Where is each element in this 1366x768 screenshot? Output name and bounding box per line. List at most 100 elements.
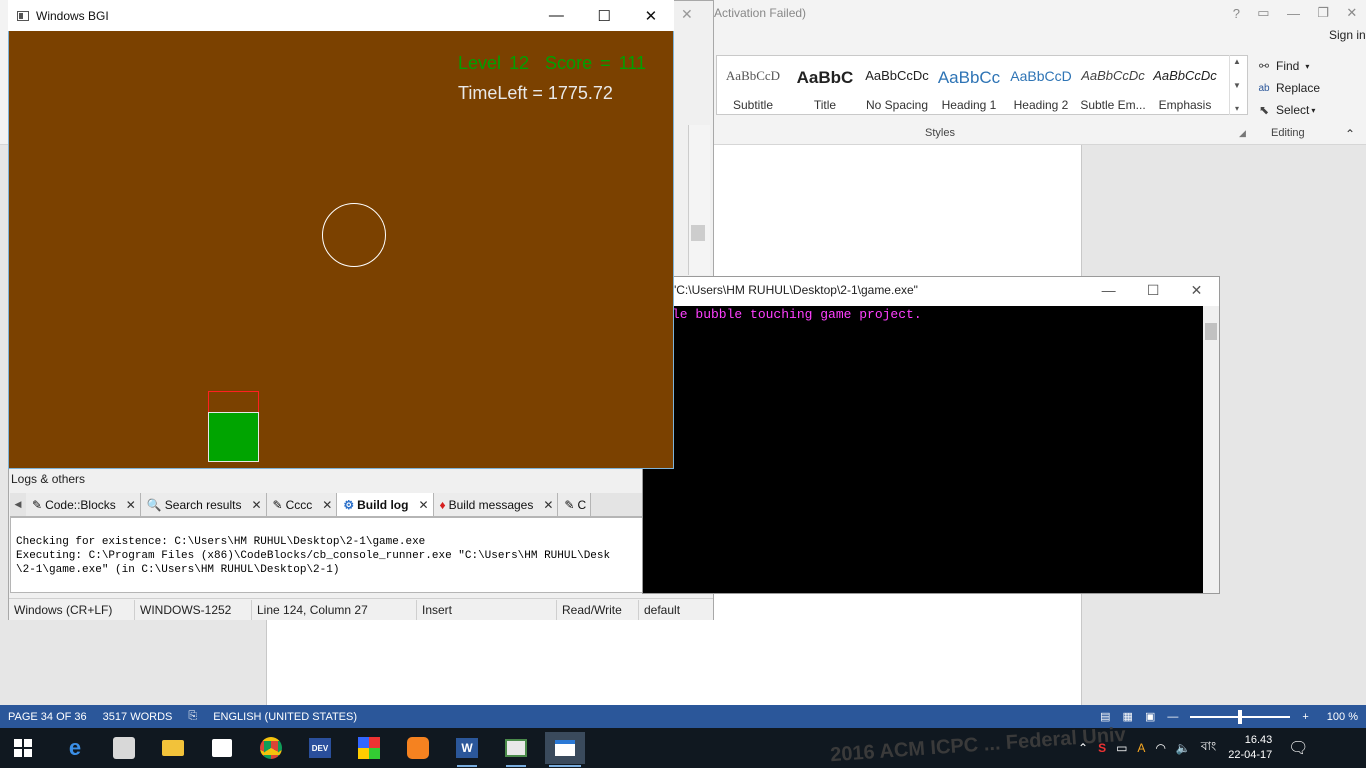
console-scrollbar[interactable] [1203, 306, 1219, 593]
word-status-bar: PAGE 34 OF 36 3517 WORDS ⎘ ENGLISH (UNIT… [0, 705, 1366, 728]
help-icon[interactable]: ? [1233, 6, 1240, 21]
zoom-in-icon[interactable]: + [1302, 711, 1308, 723]
codeblocks-status-bar: Windows (CR+LF) WINDOWS-1252 Line 124, C… [9, 598, 713, 620]
style-sample: AaBbCcDc [865, 68, 929, 83]
replace-button[interactable]: ab Replace [1256, 77, 1352, 99]
time-left-display: TimeLeft = 1775.72 [458, 83, 613, 103]
more-styles-icon[interactable]: ▾ [1235, 104, 1239, 113]
tab-search-results[interactable]: 🔍 Search results ✕ [140, 493, 267, 516]
style-title[interactable]: AaBbC Title [789, 56, 861, 114]
style-subtle-emphasis[interactable]: AaBbCcDc Subtle Em... [1077, 56, 1149, 114]
web-layout-icon[interactable]: ▣ [1145, 710, 1155, 723]
close-icon[interactable]: ✕ [1346, 5, 1357, 21]
select-button[interactable]: ⬉ Select ▾ [1256, 99, 1352, 121]
styles-gallery: AaBbCcD Subtitle AaBbC Title AaBbCcDc No… [716, 55, 1248, 115]
zoom-slider[interactable] [1190, 709, 1291, 724]
close-tab-icon[interactable]: ✕ [322, 498, 332, 512]
word-window-controls: ? ▭ — ❐ ✕ [1224, 2, 1366, 24]
clock-time: 16.43 [1244, 734, 1273, 746]
replace-icon: ab [1258, 82, 1270, 94]
collapse-ribbon-icon[interactable]: ⌃ [1345, 127, 1355, 141]
console-output[interactable]: le bubble touching game project. [643, 306, 1203, 593]
maximize-icon[interactable]: ☐ [597, 7, 610, 25]
console-scrollbar-thumb[interactable] [1205, 323, 1217, 340]
style-heading-2[interactable]: AaBbCcD Heading 2 [1005, 56, 1077, 114]
file-explorer-icon[interactable] [155, 732, 191, 764]
log-line: \2-1\game.exe" (in C:\Users\HM RUHUL\Des… [16, 564, 340, 576]
antivirus-icon[interactable]: S [1098, 741, 1106, 755]
input-language-indicator[interactable]: বাং [1201, 738, 1216, 758]
uc-browser-icon[interactable] [400, 732, 436, 764]
close-icon[interactable]: ✕ [681, 6, 693, 23]
show-hidden-icons-icon[interactable]: ⌃ [1078, 741, 1088, 755]
language-indicator[interactable]: ENGLISH (UNITED STATES) [205, 711, 365, 723]
devcpp-icon[interactable]: DEV [302, 732, 338, 764]
codeblocks-tile [358, 737, 380, 759]
read-mode-icon[interactable]: ▤ [1100, 710, 1110, 723]
close-icon[interactable]: ✕ [1191, 282, 1203, 299]
avast-icon[interactable]: A [1137, 741, 1145, 755]
minimize-icon[interactable]: — [1287, 6, 1300, 21]
ribbon-display-icon[interactable]: ▭ [1257, 5, 1269, 21]
zoom-level[interactable]: 100 % [1327, 711, 1358, 723]
editor-scrollbar-thumb[interactable] [691, 225, 705, 241]
windows-start-icon[interactable] [5, 732, 41, 764]
style-label: Heading 2 [1013, 98, 1069, 112]
style-label: Title [813, 98, 837, 112]
volume-icon[interactable]: 🔈 [1176, 741, 1191, 755]
close-tab-icon[interactable]: ✕ [418, 498, 428, 512]
chrome-icon[interactable] [253, 732, 289, 764]
find-button[interactable]: ⚯ Find ▾ [1256, 55, 1352, 77]
build-log-output[interactable]: Checking for existence: C:\Users\HM RUHU… [10, 517, 644, 593]
maximize-icon[interactable]: ☐ [1147, 282, 1160, 299]
clock[interactable]: 16.43 22-04-17 [1228, 733, 1272, 763]
tab-more[interactable]: ✎ C [558, 493, 592, 516]
styles-gallery-scroll[interactable]: ▲ ▼ ▾ [1229, 55, 1244, 115]
app-window-icon[interactable] [498, 732, 534, 767]
close-tab-icon[interactable]: ✕ [251, 498, 261, 512]
tab-label: Build messages [448, 497, 534, 512]
tab-build-log[interactable]: ⚙ Build log ✕ [337, 493, 434, 516]
window-tile [505, 739, 527, 757]
codeblocks-icon[interactable] [351, 732, 387, 764]
tab-build-messages[interactable]: ♦ Build messages ✕ [433, 493, 559, 516]
editor-scrollbar[interactable] [688, 125, 710, 275]
tab-codeblocks[interactable]: ✎ Code::Blocks ✕ [26, 493, 141, 516]
action-center-icon[interactable]: 🗨 [1288, 738, 1308, 758]
chevron-down-icon[interactable]: ▼ [1233, 81, 1241, 90]
sign-in-link[interactable]: Sign in [1329, 28, 1366, 42]
tab-cccc[interactable]: ✎ Cccc ✕ [266, 493, 338, 516]
close-tab-icon[interactable]: ✕ [126, 498, 136, 512]
active-app-icon[interactable] [545, 732, 585, 767]
close-icon[interactable]: ✕ [645, 7, 658, 25]
chevron-up-icon[interactable]: ▲ [1233, 57, 1241, 66]
style-emphasis[interactable]: AaBbCcDc Emphasis [1149, 56, 1221, 114]
style-sample: AaBbCcD [1010, 68, 1072, 84]
store-icon[interactable] [204, 732, 240, 764]
console-window-controls: — ☐ ✕ [1086, 280, 1218, 300]
word-icon[interactable]: W [449, 732, 485, 767]
restore-icon[interactable]: ❐ [1317, 5, 1329, 21]
minimize-icon[interactable]: — [1102, 282, 1116, 298]
zoom-out-icon[interactable]: — [1167, 711, 1178, 723]
close-tab-icon[interactable]: ✕ [543, 498, 553, 512]
style-no-spacing[interactable]: AaBbCcDc No Spacing [861, 56, 933, 114]
styles-group-label: Styles [925, 127, 955, 139]
minimize-icon[interactable]: — [549, 7, 564, 24]
tab-label: Search results [164, 497, 242, 512]
wifi-icon[interactable]: ◠ [1155, 741, 1165, 755]
dialog-launcher-icon[interactable]: ◢ [1239, 128, 1246, 139]
app-icon[interactable] [106, 732, 142, 764]
style-heading-1[interactable]: AaBbCc Heading 1 [933, 56, 1005, 114]
power-icon[interactable]: ▭ [1116, 741, 1127, 755]
print-layout-icon[interactable]: ▦ [1123, 710, 1133, 723]
proofing-icon[interactable]: ⎘ [180, 710, 205, 723]
edge-icon[interactable]: e [57, 732, 93, 764]
word-count[interactable]: 3517 WORDS [95, 711, 181, 723]
style-subtitle[interactable]: AaBbCcD Subtitle [717, 56, 789, 114]
page-count[interactable]: PAGE 34 OF 36 [0, 711, 95, 723]
tab-scroll-left-icon[interactable]: ◀ [10, 493, 26, 516]
zoom-slider-thumb[interactable] [1238, 709, 1243, 724]
chrome-shape [260, 737, 282, 759]
note-icon: ✎ [564, 497, 575, 512]
